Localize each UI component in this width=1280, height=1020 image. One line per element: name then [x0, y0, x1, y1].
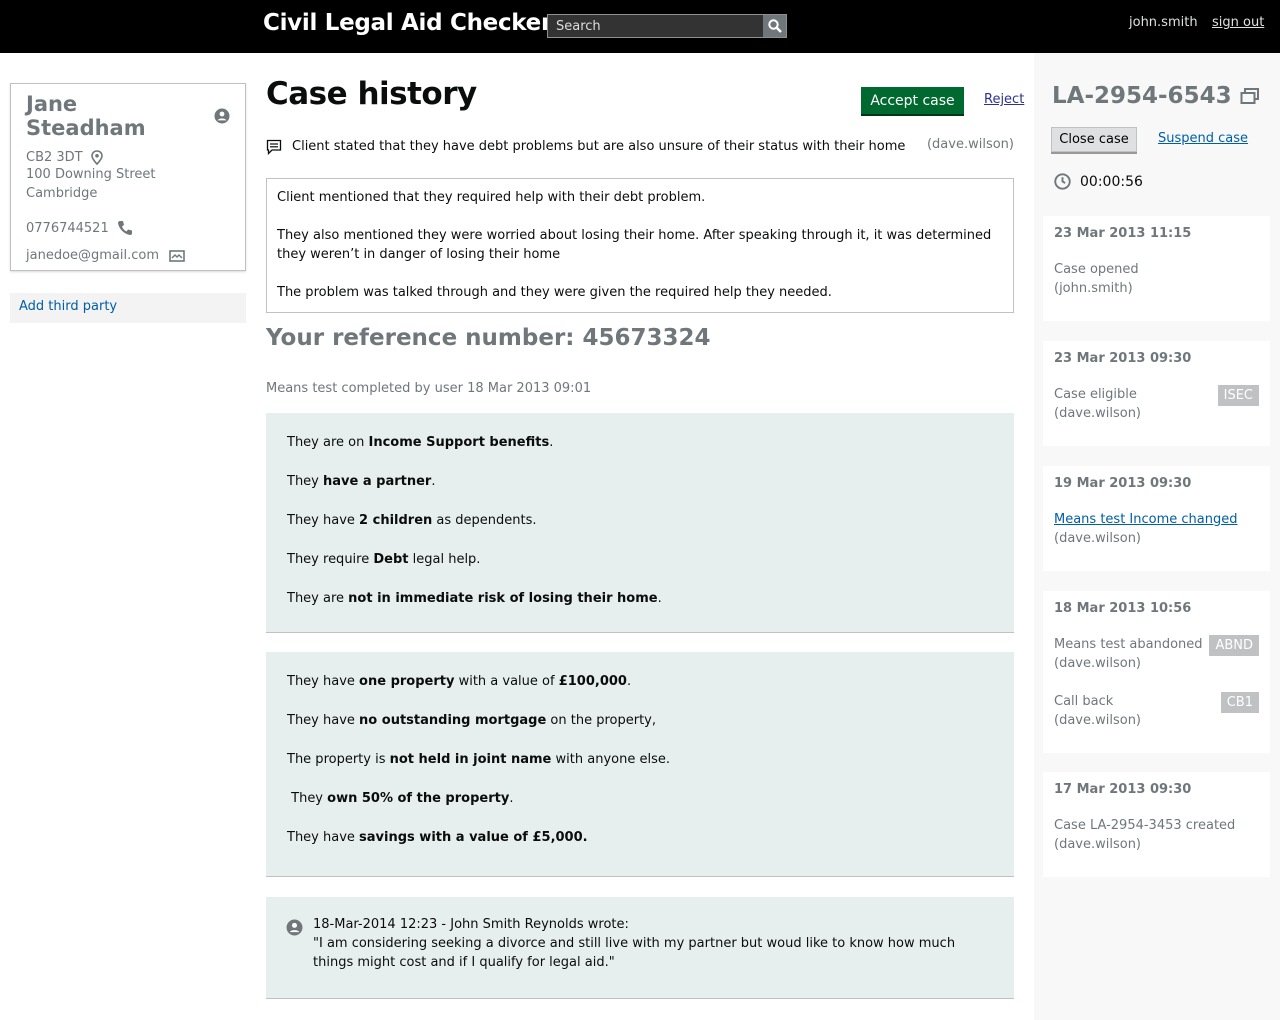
note-paragraph: The problem was talked through and they … [277, 285, 832, 300]
event-text: Case eligible [1054, 387, 1137, 402]
copy-icon[interactable] [1240, 87, 1260, 105]
message-header: 18-Mar-2014 12:23 - John Smith Reynolds … [313, 917, 629, 932]
user-icon[interactable] [214, 108, 230, 124]
comment-text: Client stated that they have debt proble… [292, 139, 906, 154]
event-user: (john.smith) [1054, 281, 1133, 296]
summary-line: They require Debt legal help. [287, 552, 481, 567]
search-button[interactable] [763, 15, 786, 37]
comment-icon [266, 139, 282, 155]
client-message-panel: 18-Mar-2014 12:23 - John Smith Reynolds … [266, 897, 1014, 999]
summary-line: They have no outstanding mortgage on the… [287, 713, 657, 728]
close-case-button[interactable]: Close case [1051, 127, 1137, 152]
event-entry: Means test abandoned (dave.wilson) ABND [1054, 635, 1259, 673]
search-box [547, 14, 787, 38]
timer-value: 00:00:56 [1080, 173, 1143, 190]
note-paragraph: They also mentioned they were worried ab… [277, 228, 992, 262]
event-user: (dave.wilson) [1054, 531, 1142, 546]
event-date: 19 Mar 2013 09:30 [1054, 476, 1192, 491]
client-email: janedoe@gmail.com [26, 248, 160, 263]
app-title[interactable]: Civil Legal Aid Checker [263, 10, 552, 36]
accept-case-button[interactable]: Accept case [861, 87, 964, 114]
summary-line: The property is not held in joint name w… [287, 752, 670, 767]
summary-line: They are on Income Support benefits. [287, 435, 554, 450]
event-entry: Call back (dave.wilson) CB1 [1054, 692, 1259, 730]
event-entry: Case eligible (dave.wilson) ISEC [1054, 385, 1259, 423]
status-badge: ABND [1209, 635, 1259, 656]
event-text: Means test abandoned [1054, 637, 1203, 652]
summary-line: They own 50% of the property. [287, 791, 514, 806]
event-date: 17 Mar 2013 09:30 [1054, 782, 1192, 797]
summary-line: They have one property with a value of £… [287, 674, 632, 689]
event-user: (dave.wilson) [1054, 406, 1142, 421]
client-postcode-row: CB2 3DT [26, 150, 230, 165]
summary-line: They have 2 children as dependents. [287, 513, 537, 528]
summary-line: They have savings with a value of £5,000… [287, 830, 588, 845]
means-test-note: Means test completed by user 18 Mar 2013… [266, 381, 592, 396]
comment-author: (dave.wilson) [926, 137, 1014, 152]
case-comment: Client stated that they have debt proble… [266, 137, 1014, 155]
property-summary-panel: They have one property with a value of £… [266, 652, 1014, 877]
client-name: Jane Steadham [26, 92, 146, 140]
event-entry: Means test Income changed (dave.wilson) [1054, 510, 1259, 548]
page-title: Case history [266, 76, 477, 112]
client-street: 100 Downing Street [26, 167, 156, 182]
timeline-event: 17 Mar 2013 09:30 Case LA-2954-3453 crea… [1043, 772, 1270, 877]
case-reference: LA-2954-6543 [1052, 83, 1232, 109]
timeline-event: 23 Mar 2013 11:15 Case opened (john.smith… [1043, 216, 1270, 321]
event-entry: Case LA-2954-3453 created (dave.wilson) [1054, 816, 1259, 854]
client-card: Jane Steadham CB2 3DT 100 Downing Street… [10, 83, 246, 271]
location-pin-icon[interactable] [90, 150, 103, 165]
client-postcode: CB2 3DT [26, 150, 83, 165]
event-date: 18 Mar 2013 10:56 [1054, 601, 1192, 616]
case-notes: Client mentioned that they required help… [266, 178, 1014, 313]
reference-number-heading: Your reference number: 45673324 [266, 325, 711, 351]
phone-icon[interactable] [117, 220, 133, 236]
timeline-event: 19 Mar 2013 09:30 Means test Income chan… [1043, 466, 1270, 571]
event-user: (dave.wilson) [1054, 837, 1142, 852]
timeline-event: 23 Mar 2013 09:30 Case eligible (dave.wil… [1043, 341, 1270, 446]
summary-line: They have a partner. [287, 474, 436, 489]
event-text: Call back [1054, 694, 1114, 709]
clock-icon [1054, 173, 1071, 190]
event-text: Case opened [1054, 262, 1139, 277]
client-phone: 0776744521 [26, 220, 109, 236]
mail-icon[interactable] [169, 249, 185, 262]
timeline-event: 18 Mar 2013 10:56 Means test abandoned (d… [1043, 591, 1270, 753]
sign-out-link[interactable]: sign out [1212, 15, 1264, 30]
client-email-row: janedoe@gmail.com [26, 248, 230, 263]
client-city: Cambridge [26, 186, 98, 201]
client-phone-row: 0776744521 [26, 220, 230, 236]
message-content: 18-Mar-2014 12:23 - John Smith Reynolds … [313, 915, 994, 980]
event-date: 23 Mar 2013 09:30 [1054, 351, 1192, 366]
current-user: john.smith [1129, 15, 1198, 30]
status-badge: ISEC [1217, 385, 1259, 406]
add-third-party-link[interactable]: Add third party [10, 293, 246, 323]
client-name-row: Jane Steadham [26, 92, 230, 140]
summary-line: They are not in immediate risk of losing… [287, 591, 662, 606]
avatar-icon [286, 919, 303, 936]
search-input[interactable] [548, 15, 764, 37]
suspend-case-link[interactable]: Suspend case [1158, 131, 1248, 146]
case-reference-row: LA-2954-6543 [1052, 83, 1260, 109]
event-entry: Case opened (john.smith) [1054, 260, 1259, 298]
means-test-change-link[interactable]: Means test Income changed [1054, 510, 1238, 529]
call-timer: 00:00:56 [1054, 173, 1143, 190]
note-paragraph: Client mentioned that they required help… [277, 190, 706, 205]
reject-link[interactable]: Reject [984, 92, 1024, 107]
event-user: (dave.wilson) [1054, 656, 1142, 671]
status-badge: CB1 [1220, 692, 1259, 713]
event-text: Case LA-2954-3453 created [1054, 818, 1236, 833]
means-summary-panel: They are on Income Support benefits. The… [266, 413, 1014, 633]
event-date: 23 Mar 2013 11:15 [1054, 226, 1192, 241]
search-icon [767, 19, 782, 33]
message-body: "I am considering seeking a divorce and … [313, 936, 956, 970]
event-user: (dave.wilson) [1054, 713, 1142, 728]
